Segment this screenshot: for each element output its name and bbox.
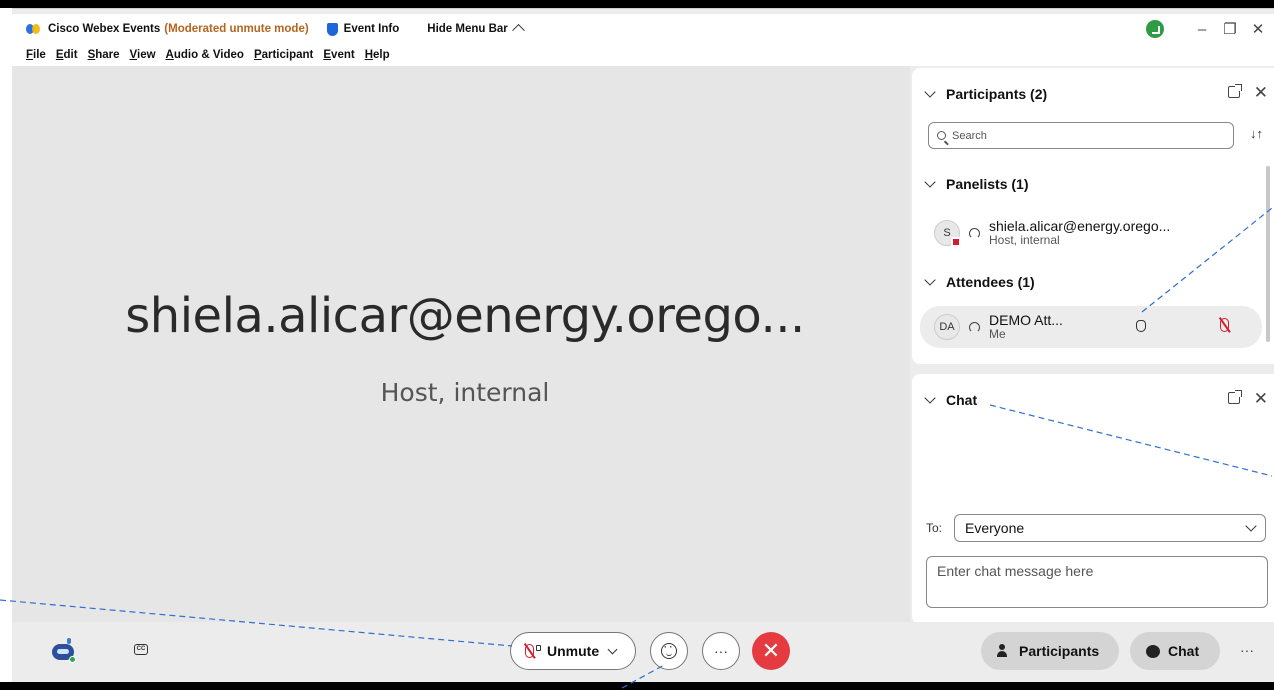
- annotation-line: [621, 663, 667, 689]
- annotation-line: [989, 404, 1273, 477]
- annotation-line: [1141, 207, 1273, 313]
- annotation-line: [0, 599, 513, 647]
- annotation-lines: [0, 207, 1273, 689]
